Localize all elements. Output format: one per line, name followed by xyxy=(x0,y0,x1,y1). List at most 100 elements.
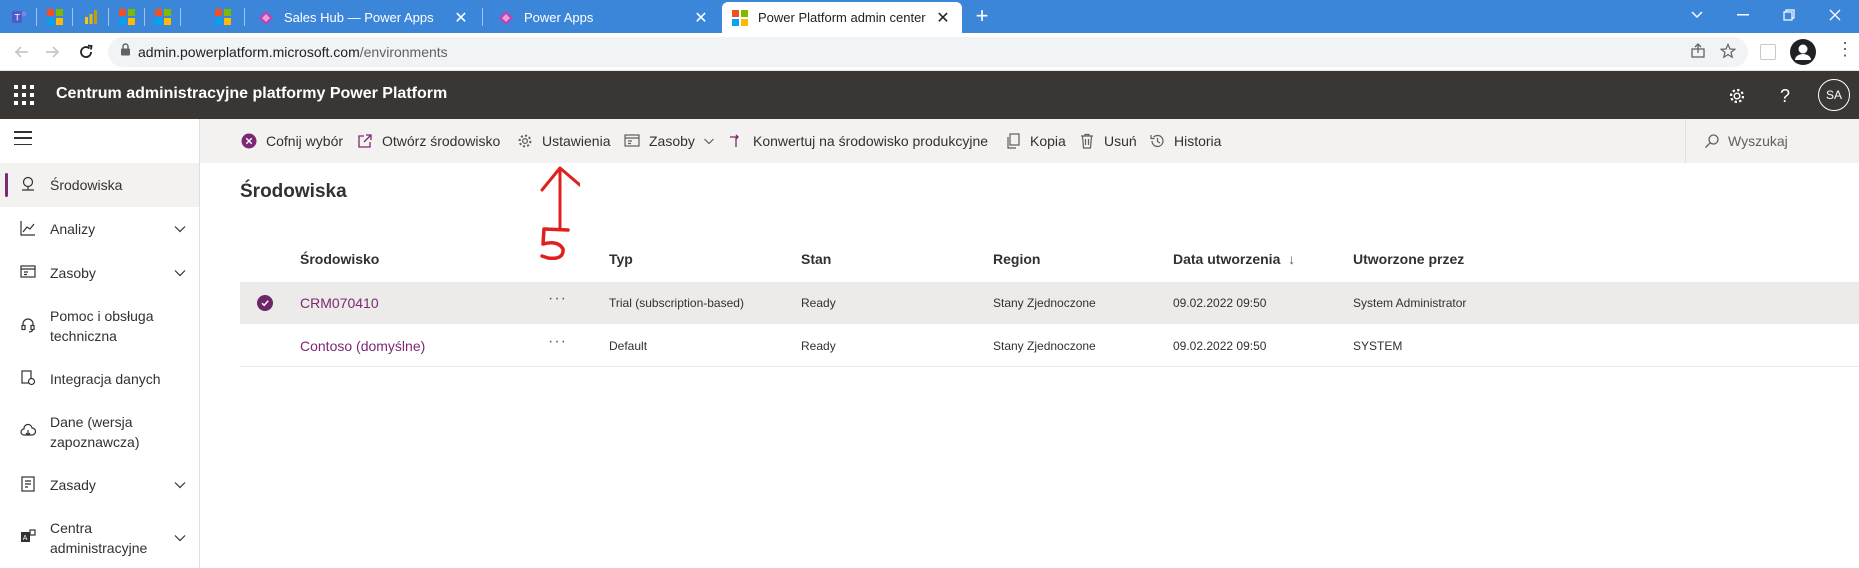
browser-menu-icon[interactable]: ⋮ xyxy=(1836,39,1854,60)
address-bar[interactable]: admin.powerplatform.microsoft.com/enviro… xyxy=(108,37,1748,67)
hamburger-menu-icon[interactable] xyxy=(14,131,32,145)
convert-to-production-button[interactable]: Konwertuj na środowisko produkcyjne xyxy=(727,119,988,163)
pinned-tab-powerbi[interactable] xyxy=(78,4,104,30)
resources-label: Zasoby xyxy=(649,133,695,149)
sidebar-toggle-icon[interactable] xyxy=(1760,44,1776,60)
close-tab-icon[interactable]: ✕ xyxy=(452,8,470,28)
pinned-tab-microsoft-4[interactable] xyxy=(210,4,236,30)
minimize-window-icon[interactable] xyxy=(1720,0,1766,30)
chevron-down-icon xyxy=(703,138,714,145)
pinned-tab-teams[interactable]: T xyxy=(6,4,32,30)
close-tab-icon[interactable]: ✕ xyxy=(692,8,710,28)
command-bar: Cofnij wybór Otwórz środowisko Ustawieni… xyxy=(200,119,1859,163)
environment-type: Default xyxy=(609,339,648,353)
reload-icon[interactable] xyxy=(74,40,98,64)
settings-label: Ustawienia xyxy=(542,133,611,149)
column-header-type[interactable]: Typ xyxy=(609,251,633,267)
search-box[interactable]: Wyszukaj xyxy=(1685,119,1859,163)
help-icon[interactable]: ? xyxy=(1772,83,1798,109)
share-icon[interactable] xyxy=(1690,43,1706,64)
bookmark-star-icon[interactable] xyxy=(1719,43,1737,64)
back-arrow-icon[interactable] xyxy=(10,40,34,64)
environment-created-by: System Administrator xyxy=(1353,296,1467,310)
lock-icon xyxy=(112,43,138,61)
more-options-icon[interactable]: ··· xyxy=(548,290,567,308)
delete-button[interactable]: Usuń xyxy=(1078,119,1137,163)
settings-gear-icon xyxy=(516,133,534,149)
environment-name-link[interactable]: CRM070410 xyxy=(300,282,379,324)
column-header-environment[interactable]: Środowisko xyxy=(300,251,379,267)
data-integration-icon xyxy=(16,369,40,389)
admin-centers-icon: A xyxy=(16,528,40,548)
page-title: Środowiska xyxy=(240,181,347,202)
table-row[interactable]: Contoso (domyślne) ··· Default Ready Sta… xyxy=(240,325,1859,367)
settings-gear-icon[interactable] xyxy=(1724,83,1750,109)
column-header-created[interactable]: Data utworzenia ↓ xyxy=(1173,251,1295,267)
tab-title: Power Platform admin center xyxy=(758,10,926,25)
sidebar-item-help-support[interactable]: Pomoc i obsługa techniczna xyxy=(0,295,199,357)
resources-icon xyxy=(16,264,40,283)
chevron-down-icon xyxy=(174,226,186,233)
history-button[interactable]: Historia xyxy=(1148,119,1221,163)
restore-window-icon[interactable] xyxy=(1766,0,1812,30)
app-launcher-icon[interactable] xyxy=(14,85,34,105)
power-apps-icon xyxy=(259,10,273,25)
environment-type: Trial (subscription-based) xyxy=(609,296,744,310)
policy-icon xyxy=(16,475,40,495)
profile-avatar[interactable] xyxy=(1790,39,1816,65)
environment-state: Ready xyxy=(801,339,836,353)
sidebar-item-label: Integracja danych xyxy=(50,371,161,387)
sidebar-item-label: Zasady xyxy=(50,477,96,493)
sidebar-item-data-integration[interactable]: Integracja danych xyxy=(0,357,199,401)
tab-power-platform-admin[interactable]: Power Platform admin center ✕ xyxy=(722,2,962,33)
microsoft-logo-icon xyxy=(47,9,63,25)
delete-trash-icon xyxy=(1078,133,1096,149)
sidebar-item-admin-centers[interactable]: A Centra administracyjne xyxy=(0,507,199,568)
row-checked-icon[interactable] xyxy=(257,295,273,311)
search-placeholder: Wyszukaj xyxy=(1728,133,1788,149)
deselect-button[interactable]: Cofnij wybór xyxy=(240,119,343,163)
column-header-created-by[interactable]: Utworzone przez xyxy=(1353,251,1464,267)
sidebar-item-environments[interactable]: Środowiska xyxy=(0,163,199,207)
url-path: /environments xyxy=(359,44,448,60)
browser-toolbar: admin.powerplatform.microsoft.com/enviro… xyxy=(0,33,1859,71)
pinned-tab-microsoft-1[interactable] xyxy=(42,4,68,30)
more-options-icon[interactable]: ··· xyxy=(548,333,567,351)
chevron-down-icon xyxy=(174,270,186,277)
sidebar: Środowiska Analizy Zasoby Pomoc i obsług… xyxy=(0,119,200,568)
sidebar-item-label: Dane (wersja zapoznawcza) xyxy=(50,414,140,450)
copy-button[interactable]: Kopia xyxy=(1004,119,1066,163)
user-avatar[interactable]: SA xyxy=(1818,79,1850,111)
sidebar-item-policies[interactable]: Zasady xyxy=(0,463,199,507)
pinned-tab-microsoft-3[interactable] xyxy=(150,4,176,30)
annotation-number-5 xyxy=(540,227,570,261)
settings-button[interactable]: Ustawienia xyxy=(516,119,610,163)
column-header-state[interactable]: Stan xyxy=(801,251,831,267)
sidebar-item-label: Pomoc i obsługa techniczna xyxy=(50,308,154,344)
sidebar-item-resources[interactable]: Zasoby xyxy=(0,251,199,295)
environment-region: Stany Zjednoczone xyxy=(993,339,1096,353)
sidebar-item-analytics[interactable]: Analizy xyxy=(0,207,199,251)
convert-label: Konwertuj na środowisko produkcyjne xyxy=(753,133,989,149)
copy-label: Kopia xyxy=(1030,133,1066,149)
pinned-tab-microsoft-2[interactable] xyxy=(114,4,140,30)
microsoft-logo-icon xyxy=(215,9,231,25)
open-environment-button[interactable]: Otwórz środowisko xyxy=(356,119,500,163)
table-row[interactable]: CRM070410 ··· Trial (subscription-based)… xyxy=(240,282,1859,324)
close-window-icon[interactable] xyxy=(1812,0,1858,30)
new-tab-button[interactable]: + xyxy=(970,4,994,28)
convert-icon xyxy=(727,133,745,149)
microsoft-logo-icon xyxy=(155,9,171,25)
tab-search-icon[interactable] xyxy=(1674,0,1720,30)
delete-label: Usuń xyxy=(1104,133,1137,149)
forward-arrow-icon[interactable] xyxy=(40,40,64,64)
environment-name-link[interactable]: Contoso (domyślne) xyxy=(300,325,425,367)
tab-power-apps[interactable]: Power Apps ✕ xyxy=(488,2,720,33)
sidebar-item-label: Centra administracyjne xyxy=(50,520,148,556)
sidebar-item-data-preview[interactable]: Dane (wersja zapoznawcza) xyxy=(0,401,199,463)
close-tab-icon[interactable]: ✕ xyxy=(934,8,952,28)
resources-dropdown-button[interactable]: Zasoby xyxy=(623,119,715,163)
resources-icon xyxy=(623,133,641,149)
tab-sales-hub[interactable]: Sales Hub — Power Apps ✕ xyxy=(248,2,480,33)
column-header-region[interactable]: Region xyxy=(993,251,1040,267)
